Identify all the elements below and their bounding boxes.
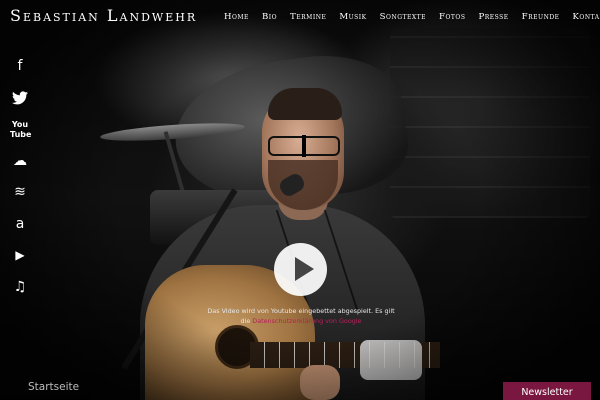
site-title[interactable]: Sebastian Landwehr [10,6,197,25]
main-nav: Home Bio Termine Musik Songtexte Fotos P… [224,12,600,22]
soundcloud-icon[interactable]: ☁ [10,151,30,171]
video-play-button[interactable] [274,243,327,296]
vignette [0,0,600,400]
youtube-icon[interactable]: You Tube [10,119,31,139]
nav-kontakt[interactable]: Kontakt [573,12,600,22]
social-bar: f You Tube ☁ ≋ a ▶ ♫ [10,56,31,308]
nav-musik[interactable]: Musik [339,12,366,22]
google-privacy-link[interactable]: Datenschutzerklärung von Google [252,317,361,325]
hero-image [0,0,600,400]
itunes-icon[interactable]: ♫ [10,277,30,297]
nav-songtexte[interactable]: Songtexte [380,12,426,22]
nav-presse[interactable]: Presse [478,12,508,22]
nav-bio[interactable]: Bio [262,12,277,22]
amazon-icon[interactable]: a [10,214,30,234]
nav-freunde[interactable]: Freunde [522,12,560,22]
video-privacy-notice: Das Video wird von Youtube eingebettet a… [203,306,399,326]
twitter-icon[interactable] [10,88,30,108]
video-notice-line2: die Datenschutzerklärung von Google [203,316,399,326]
video-notice-line1: Das Video wird von Youtube eingebettet a… [207,307,395,315]
startseite-link[interactable]: Startseite [28,381,79,393]
video-notice-prefix: die [240,317,253,325]
nav-fotos[interactable]: Fotos [439,12,465,22]
newsletter-button[interactable]: Newsletter [503,382,591,400]
google-play-icon[interactable]: ▶ [10,245,30,265]
facebook-icon[interactable]: f [10,56,30,76]
nav-termine[interactable]: Termine [290,12,326,22]
spotify-icon[interactable]: ≋ [10,182,30,202]
nav-home[interactable]: Home [224,12,249,22]
